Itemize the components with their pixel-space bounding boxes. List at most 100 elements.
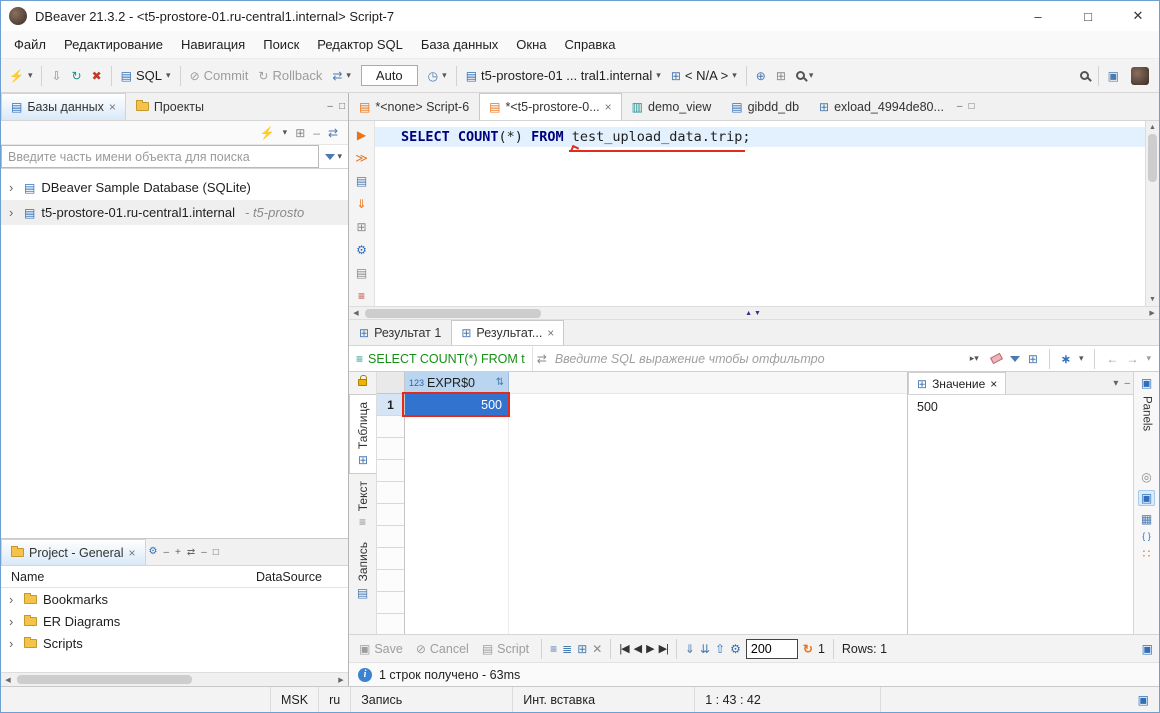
empty-cell[interactable] <box>405 438 509 460</box>
grid-corner-cell[interactable] <box>377 372 405 394</box>
dbeaver-perspective-icon[interactable] <box>1131 67 1149 85</box>
previous-row-icon[interactable]: ◀ <box>634 642 641 655</box>
fetch-next-page-icon[interactable]: ⇓ <box>685 643 695 655</box>
pin-icon[interactable]: ⇩ <box>47 67 65 85</box>
close-button[interactable]: ✕ <box>1117 1 1159 31</box>
chevron-down-icon[interactable]: ▾ <box>1079 353 1084 364</box>
tab-databases[interactable]: ▤ Базы данных × <box>1 93 126 120</box>
tab-record-presentation[interactable]: Запись ▤ <box>349 535 376 605</box>
scrollbar-thumb[interactable] <box>17 675 192 684</box>
fetch-all-rows-icon[interactable]: ⇊ <box>700 643 710 655</box>
empty-cell[interactable] <box>405 570 509 592</box>
caret-position-indicator[interactable]: 1 : 43 : 42 <box>695 687 881 712</box>
empty-cell[interactable] <box>405 504 509 526</box>
maximize-view-icon[interactable]: □ <box>965 101 977 112</box>
globe-icon[interactable]: ⊕ <box>752 67 770 85</box>
tab-script-7-active[interactable]: ▤ *<t5-prostore-0... × <box>479 93 622 120</box>
save-button[interactable]: ▣ Save <box>355 639 407 659</box>
rollback-button[interactable]: ↻ Rollback <box>254 65 326 86</box>
value-panel-content[interactable]: 500 <box>908 395 1133 419</box>
first-row-icon[interactable]: |◀ <box>619 642 628 655</box>
menu-search[interactable]: Поиск <box>254 33 308 56</box>
fetch-size-input[interactable] <box>746 639 798 659</box>
transaction-log-button[interactable]: ◷ ▾ <box>424 67 451 85</box>
row-header-empty[interactable] <box>377 592 405 614</box>
scrollbar-thumb[interactable] <box>365 309 541 318</box>
close-icon[interactable]: × <box>547 326 554 340</box>
row-header-empty[interactable] <box>377 482 405 504</box>
expand-chevron-icon[interactable]: › <box>9 614 18 629</box>
quick-search-button[interactable] <box>1076 68 1093 83</box>
menu-sql-editor[interactable]: Редактор SQL <box>308 33 412 56</box>
tab-project-general[interactable]: Project - General × <box>1 539 146 565</box>
tab-grid-presentation[interactable]: Таблица ⊞ <box>349 394 376 474</box>
menu-file[interactable]: Файл <box>5 33 55 56</box>
language-indicator[interactable]: ru <box>319 687 351 712</box>
expand-chevron-icon[interactable]: › <box>9 205 18 220</box>
sort-icon[interactable]: ⇅ <box>496 377 504 388</box>
minimize-view-icon[interactable]: – <box>198 547 210 558</box>
write-mode-indicator[interactable]: Запись <box>351 687 513 712</box>
tree-item-sample-db[interactable]: › ▤ DBeaver Sample Database (SQLite) <box>1 175 348 200</box>
scroll-right-icon[interactable]: ▶ <box>334 676 348 684</box>
scrollbar-thumb[interactable] <box>1148 134 1157 182</box>
project-item-scripts[interactable]: › Scripts <box>1 632 348 654</box>
cancel-button[interactable]: ⊘ Cancel <box>412 639 473 659</box>
code-line-1[interactable]: SELECT COUNT(*) FROM test_upload_data.tr… <box>375 127 1145 147</box>
menu-navigate[interactable]: Навигация <box>172 33 254 56</box>
connect-folder-icon[interactable]: ⊞ <box>295 127 305 139</box>
auto-commit-button[interactable]: Auto <box>361 65 418 86</box>
close-icon[interactable]: × <box>990 377 997 391</box>
menu-window[interactable]: Окна <box>507 33 555 56</box>
add-row-icon[interactable]: ≡ <box>550 643 557 655</box>
filter-history-chevron-icon[interactable]: ▾ <box>974 353 979 364</box>
chevron-down-icon[interactable]: ▾ <box>283 127 288 138</box>
empty-cell[interactable] <box>405 482 509 504</box>
empty-cell[interactable] <box>405 548 509 570</box>
expand-chevron-icon[interactable]: › <box>9 636 18 651</box>
new-connection-button[interactable]: ⚡ ▾ <box>5 67 36 85</box>
sql-editor-button[interactable]: ▤ SQL ▾ <box>117 65 175 86</box>
close-icon[interactable]: × <box>109 100 116 114</box>
empty-cell[interactable] <box>405 592 509 614</box>
maximize-view-icon[interactable]: □ <box>210 547 222 558</box>
close-icon[interactable]: × <box>128 546 135 560</box>
execute-query-icon[interactable]: ▶ <box>357 129 366 141</box>
apply-filter-icon[interactable] <box>1010 356 1020 362</box>
grouping-panel-icon[interactable]: ∷ <box>1143 548 1151 560</box>
output-icon[interactable]: ▤ <box>356 267 367 279</box>
query-plan-icon[interactable]: ⊞ <box>356 221 366 233</box>
expand-filter-icon[interactable]: ⇄ <box>533 353 551 365</box>
maximize-view-icon[interactable]: □ <box>336 101 348 112</box>
schema-selector[interactable]: ⊞ < N/A > ▾ <box>667 65 741 86</box>
timezone-indicator[interactable]: MSK <box>271 687 319 712</box>
connection-selector[interactable]: ▤ t5-prostore-01 ... tral1.internal ▾ <box>462 65 665 86</box>
scrollbar-track[interactable] <box>763 307 1145 319</box>
menu-edit[interactable]: Редактирование <box>55 33 172 56</box>
stop-icon[interactable]: ✖ <box>88 67 106 85</box>
tab-exload[interactable]: ⊞ exload_4994de80... <box>809 93 954 120</box>
panels-icon[interactable]: ▣ <box>1141 377 1152 389</box>
expand-chevron-icon[interactable]: › <box>9 592 18 607</box>
tab-projects[interactable]: Проекты <box>126 93 214 120</box>
script-button[interactable]: ▤ Script <box>478 639 533 659</box>
link-with-editor-icon[interactable]: ⇄ <box>328 127 338 139</box>
link-with-editor-icon[interactable]: ⇄ <box>184 547 198 558</box>
collapse-all-icon[interactable]: – <box>313 127 320 139</box>
search-menu-button[interactable]: ▾ <box>792 67 818 84</box>
tab-text-presentation[interactable]: Текст ≡ <box>349 474 376 535</box>
column-header-expr0[interactable]: 123 EXPR$0 ⇅ <box>405 372 509 394</box>
last-row-icon[interactable]: ▶| <box>659 642 668 655</box>
gear-icon[interactable]: ⚙ <box>146 547 161 557</box>
tab-script-6[interactable]: ▤ *<none> Script-6 <box>349 93 479 120</box>
er-diagram-icon[interactable]: ⊞ <box>772 67 790 85</box>
commit-button[interactable]: ⊘ Commit <box>186 65 253 86</box>
export-results-icon[interactable]: ⇧ <box>715 643 725 655</box>
empty-cell[interactable] <box>405 416 509 438</box>
collapse-all-icon[interactable]: – <box>160 547 172 558</box>
row-header-1[interactable]: 1 <box>377 394 405 416</box>
empty-cell[interactable] <box>405 614 509 634</box>
filter-icon[interactable] <box>325 154 335 160</box>
open-perspective-icon[interactable]: ▣ <box>1104 67 1123 85</box>
scrollbar-track[interactable] <box>363 307 745 319</box>
